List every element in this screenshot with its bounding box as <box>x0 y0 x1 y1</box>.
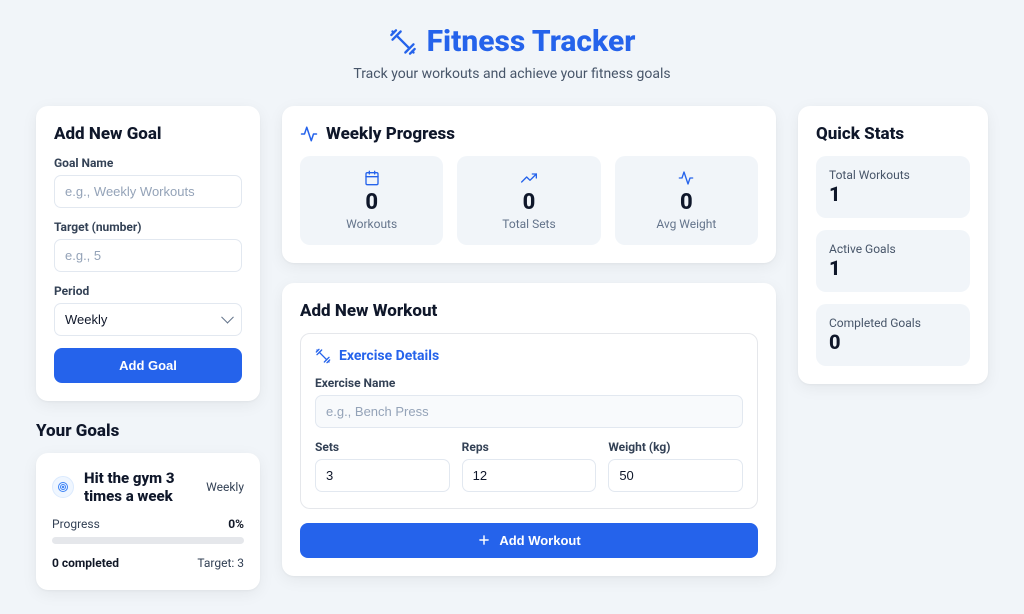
activity-icon <box>678 170 694 186</box>
exercise-name-input[interactable] <box>315 395 743 428</box>
exercise-details-title: Exercise Details <box>339 348 439 364</box>
stat-avg-weight: 0 Avg Weight <box>615 156 758 245</box>
exercise-name-label: Exercise Name <box>315 376 743 390</box>
dumbbell-icon <box>389 28 417 56</box>
quick-stats-card: Quick Stats Total Workouts 1 Active Goal… <box>798 106 988 384</box>
goal-name: Hit the gym 3 times a week <box>84 469 196 505</box>
stat-total-sets-value: 0 <box>467 190 590 215</box>
qstat-active-goals: Active Goals 1 <box>816 230 970 292</box>
stat-workouts-value: 0 <box>310 190 433 215</box>
goal-period-label: Period <box>54 284 242 298</box>
weekly-progress-card: Weekly Progress 0 Workouts 0 <box>282 106 776 263</box>
goal-name-input[interactable] <box>54 175 242 208</box>
add-workout-button[interactable]: Add Workout <box>300 523 758 558</box>
page-subtitle: Track your workouts and achieve your fit… <box>36 66 988 82</box>
add-goal-card: Add New Goal Goal Name Target (number) P… <box>36 106 260 401</box>
plus-icon <box>477 533 491 547</box>
goal-completed-text: 0 completed <box>52 556 119 570</box>
goal-progress-label: Progress <box>52 517 100 531</box>
add-workout-card: Add New Workout Exercise Details Exercis… <box>282 283 776 576</box>
goal-name-label: Goal Name <box>54 156 242 170</box>
your-goals-section: Your Goals Hit the gym 3 times a week We… <box>36 421 260 590</box>
reps-label: Reps <box>462 440 597 454</box>
stat-total-sets-label: Total Sets <box>467 217 590 231</box>
trending-up-icon <box>521 170 537 186</box>
reps-input[interactable] <box>462 459 597 492</box>
sets-input[interactable] <box>315 459 450 492</box>
goal-period-select[interactable]: Weekly <box>54 303 242 336</box>
qstat-total-workouts: Total Workouts 1 <box>816 156 970 218</box>
weekly-progress-title: Weekly Progress <box>326 124 455 144</box>
stat-workouts: 0 Workouts <box>300 156 443 245</box>
qstat-value: 0 <box>829 330 957 354</box>
stat-workouts-label: Workouts <box>310 217 433 231</box>
goal-card: Hit the gym 3 times a week Weekly Progre… <box>36 453 260 590</box>
goal-target-text: Target: 3 <box>197 556 244 570</box>
qstat-label: Total Workouts <box>829 168 957 182</box>
stat-avg-weight-value: 0 <box>625 190 748 215</box>
calendar-icon <box>364 170 380 186</box>
add-workout-button-label: Add Workout <box>499 533 580 548</box>
goal-progress-value: 0% <box>228 517 244 531</box>
page-header: Fitness Tracker Track your workouts and … <box>36 24 988 82</box>
stat-total-sets: 0 Total Sets <box>457 156 600 245</box>
your-goals-title: Your Goals <box>36 421 260 441</box>
qstat-label: Completed Goals <box>829 316 957 330</box>
qstat-label: Active Goals <box>829 242 957 256</box>
qstat-completed-goals: Completed Goals 0 <box>816 304 970 366</box>
target-icon <box>52 476 74 498</box>
dumbbell-icon <box>315 348 331 364</box>
weight-label: Weight (kg) <box>608 440 743 454</box>
activity-icon <box>300 125 318 143</box>
qstat-value: 1 <box>829 182 957 206</box>
add-goal-title: Add New Goal <box>54 124 242 144</box>
add-goal-button[interactable]: Add Goal <box>54 348 242 383</box>
page-title: Fitness Tracker <box>389 24 636 59</box>
quick-stats-title: Quick Stats <box>816 124 970 144</box>
stat-avg-weight-label: Avg Weight <box>625 217 748 231</box>
weight-input[interactable] <box>608 459 743 492</box>
exercise-details-box: Exercise Details Exercise Name Sets Reps <box>300 333 758 509</box>
goal-target-input[interactable] <box>54 239 242 272</box>
page-title-text: Fitness Tracker <box>427 24 636 59</box>
sets-label: Sets <box>315 440 450 454</box>
goal-target-label: Target (number) <box>54 220 242 234</box>
goal-period: Weekly <box>206 480 244 494</box>
add-goal-button-label: Add Goal <box>119 358 177 373</box>
qstat-value: 1 <box>829 256 957 280</box>
add-workout-title: Add New Workout <box>300 301 758 321</box>
goal-progress-bar <box>52 537 244 544</box>
